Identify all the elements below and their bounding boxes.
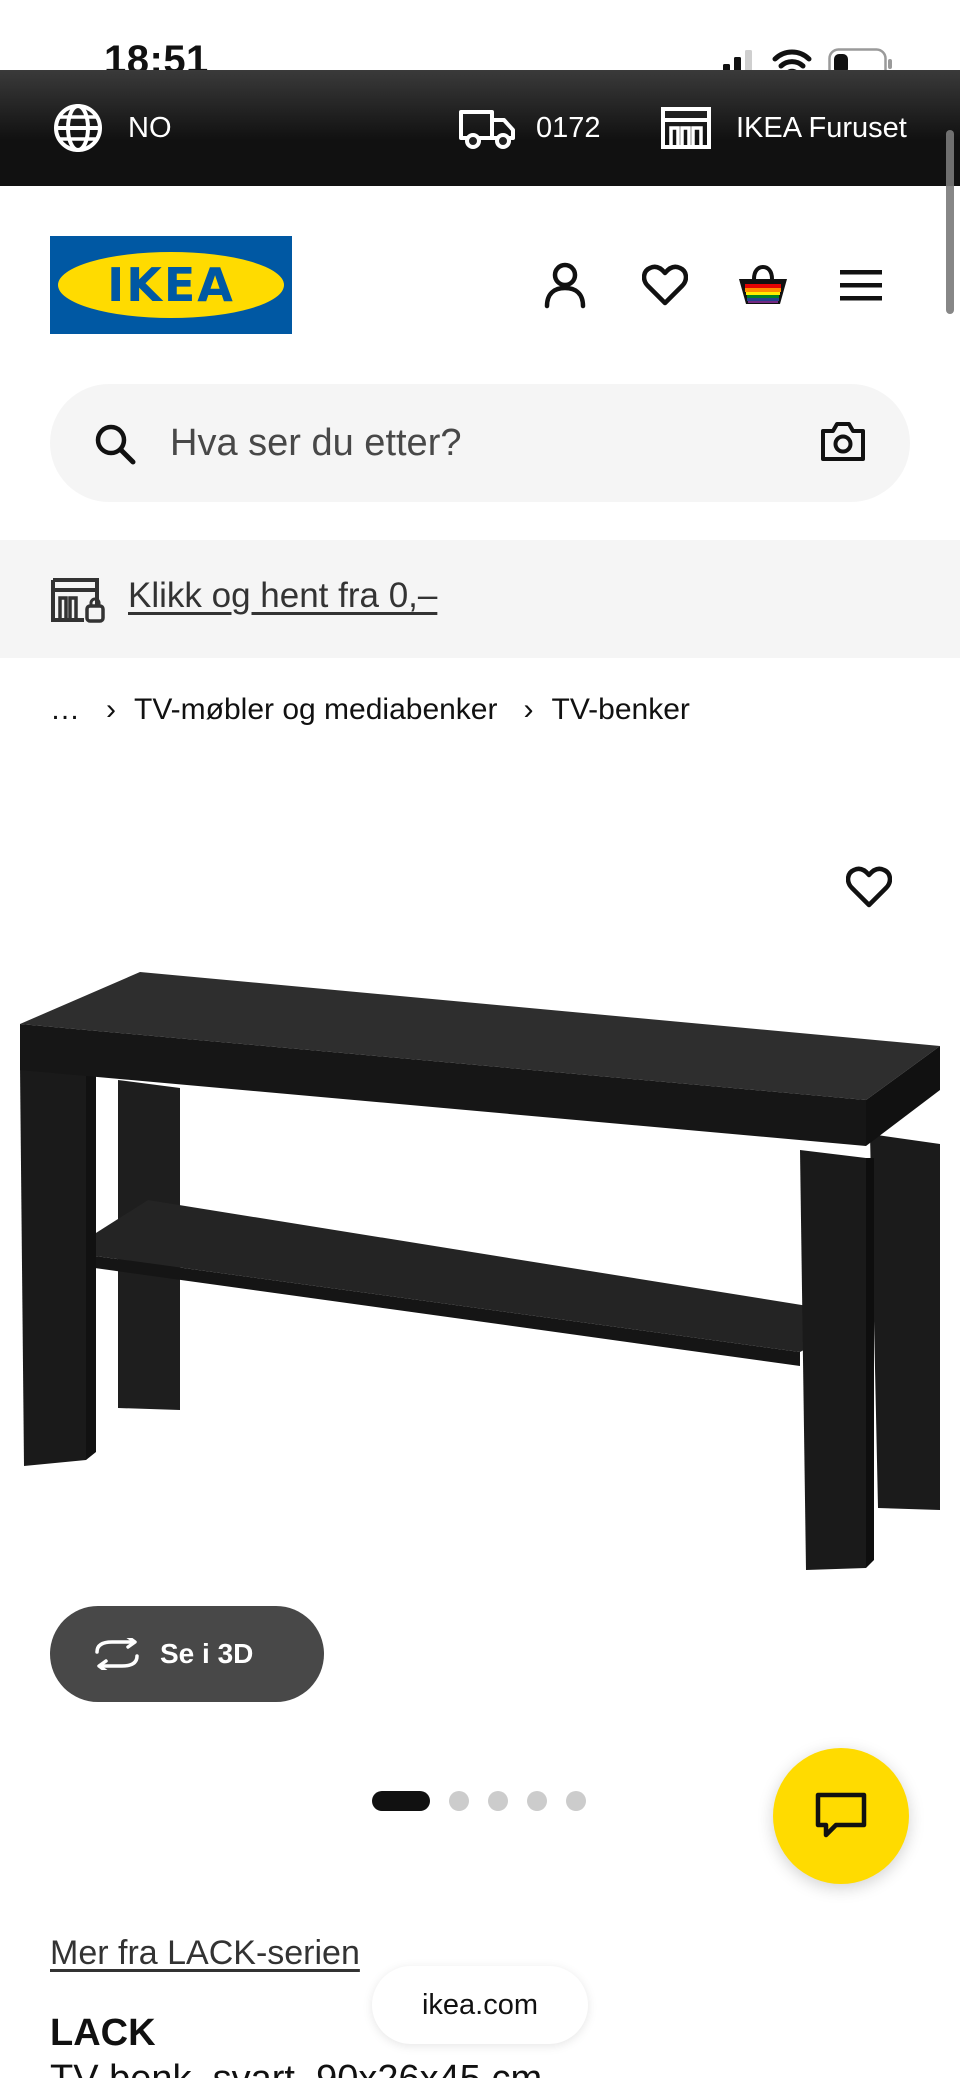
chat-button[interactable]: [773, 1748, 909, 1884]
user-icon: [544, 262, 586, 309]
click-collect-link[interactable]: Klikk og hent fra 0,–: [128, 576, 437, 616]
truck-icon: [459, 110, 515, 149]
carousel-dot[interactable]: [449, 1791, 469, 1811]
breadcrumb-ellipsis[interactable]: …: [50, 693, 80, 727]
carousel-dot[interactable]: [566, 1791, 586, 1811]
click-collect-banner: Klikk og hent fra 0,–: [0, 540, 960, 658]
logo-oval: IKEA: [58, 252, 284, 318]
store-selector[interactable]: IKEA Furuset: [660, 70, 907, 186]
browser-url-pill[interactable]: ikea.com: [372, 1966, 588, 2044]
view-in-3d-button[interactable]: Se i 3D: [50, 1606, 324, 1702]
store-label: IKEA Furuset: [736, 111, 907, 144]
carousel-dot[interactable]: [488, 1791, 508, 1811]
breadcrumb: … › TV-møbler og mediabenker › TV-benker: [50, 690, 690, 730]
status-bar: 18:51: [0, 0, 960, 82]
logo-text: IKEA: [107, 258, 235, 312]
product-description: TV-benk, svart, 90x26x45 cm: [50, 2058, 542, 2078]
language-selector[interactable]: NO: [52, 70, 172, 186]
store-pickup-icon: [51, 578, 105, 623]
cart-button[interactable]: [732, 254, 794, 316]
camera-icon[interactable]: [820, 420, 866, 462]
url-label: ikea.com: [421, 1988, 539, 2021]
menu-icon: [840, 270, 882, 301]
favourites-button[interactable]: [634, 254, 696, 316]
basket-icon: [739, 264, 787, 304]
scrollbar[interactable]: [946, 130, 954, 314]
profile-button[interactable]: [534, 254, 596, 316]
globe-icon: [54, 104, 102, 152]
product-image: [20, 972, 940, 1570]
carousel-dot-active[interactable]: [372, 1791, 430, 1811]
utility-bar: NO 0172 IKEA Furuset: [0, 70, 960, 186]
view-in-3d-label: Se i 3D: [160, 1638, 254, 1669]
series-link[interactable]: Mer fra LACK-serien: [50, 1934, 360, 1973]
product-gallery[interactable]: [0, 780, 960, 1740]
breadcrumb-tv-furniture[interactable]: TV-møbler og mediabenker: [134, 693, 498, 727]
ikea-logo[interactable]: IKEA: [50, 236, 292, 334]
chat-icon: [815, 1792, 867, 1838]
heart-icon: [642, 264, 688, 306]
product-name: LACK: [50, 2012, 156, 2054]
chevron-right-icon: ›: [106, 693, 116, 726]
menu-button[interactable]: [830, 254, 892, 316]
breadcrumb-tv-benches[interactable]: TV-benker: [552, 693, 690, 727]
delivery-postal-code[interactable]: 0172: [458, 70, 601, 186]
chevron-right-icon: ›: [523, 693, 534, 726]
carousel-dot[interactable]: [527, 1791, 547, 1811]
language-label: NO: [128, 111, 172, 144]
carousel-indicator: [372, 1791, 586, 1811]
search-bar[interactable]: [50, 384, 910, 502]
search-input[interactable]: [168, 412, 808, 474]
store-icon: [661, 107, 711, 149]
postal-code-label: 0172: [536, 111, 601, 144]
product-page: 18:51 NO 0172 IKEA Furuset IKEA Hva ser …: [0, 0, 960, 2078]
search-icon: [95, 424, 136, 465]
rotate-3d-icon: [95, 1638, 139, 1670]
